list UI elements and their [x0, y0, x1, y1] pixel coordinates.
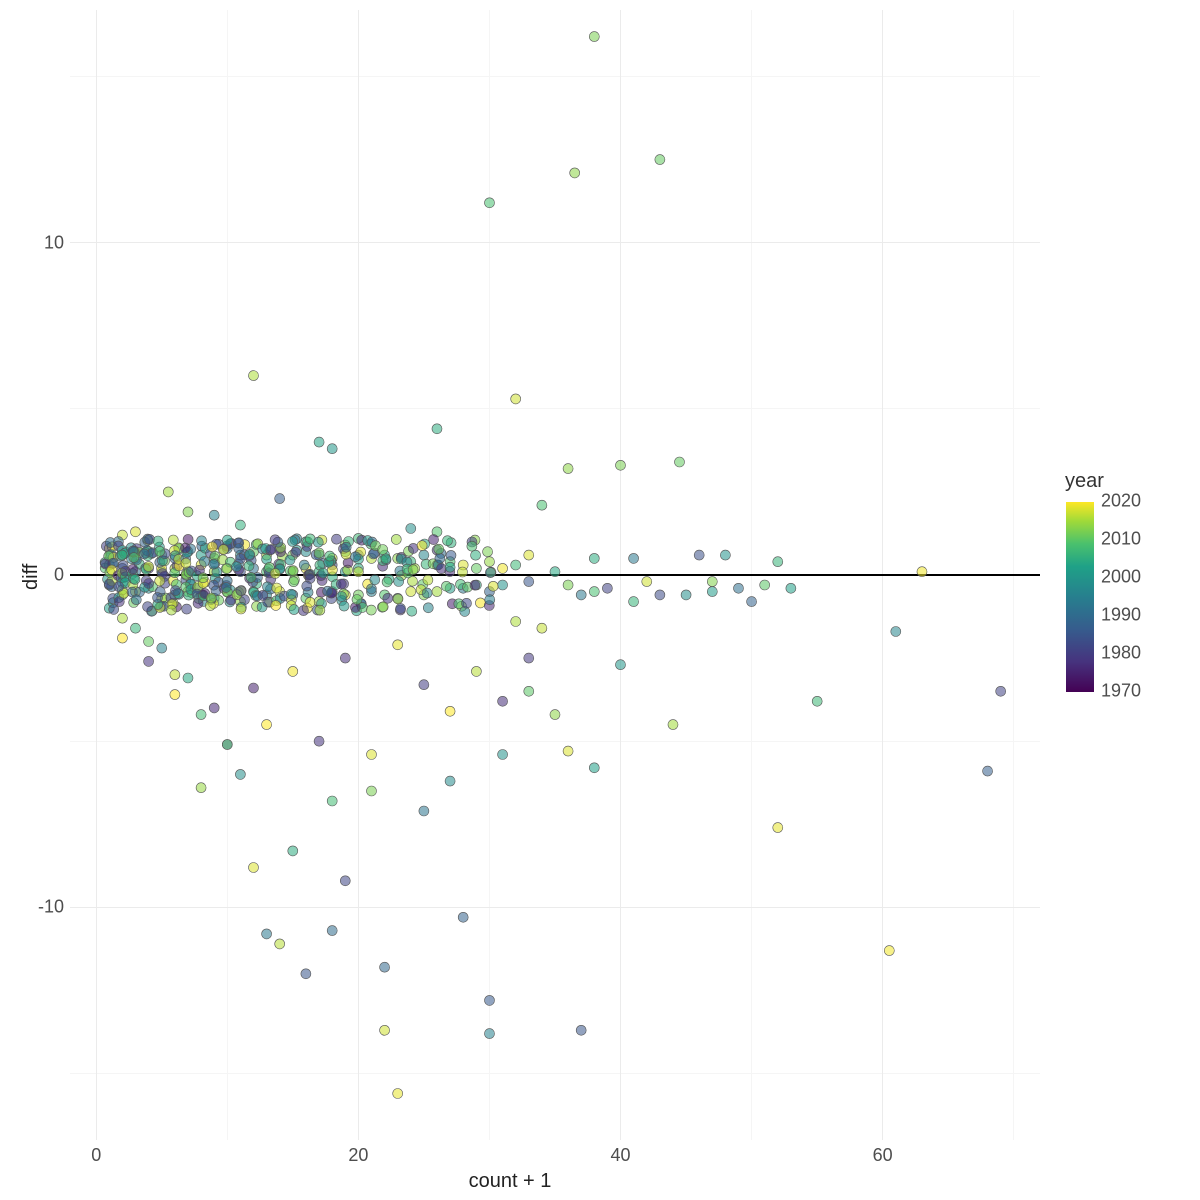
x-axis-title: count + 1 — [469, 1170, 552, 1193]
legend-tick-label: 2010 — [1101, 529, 1141, 550]
y-tick-label: 0 — [14, 565, 64, 586]
chart-container: diff count + 1 year 20202010200019901980… — [0, 0, 1200, 1200]
x-tick-label: 0 — [91, 1145, 101, 1166]
y-tick-label: 10 — [14, 232, 64, 253]
legend-tick-label: 2020 — [1101, 491, 1141, 512]
legend-tick-label: 1980 — [1101, 643, 1141, 664]
plot-panel — [70, 10, 1040, 1140]
legend-ticks: 202020102000199019801970 — [1095, 501, 1155, 691]
x-tick-label: 40 — [611, 1145, 631, 1166]
legend-tick-label: 1970 — [1101, 681, 1141, 702]
color-legend: year 202020102000199019801970 — [1065, 470, 1155, 693]
scatter-points — [70, 10, 1040, 1140]
y-tick-label: -10 — [14, 897, 64, 918]
x-tick-label: 20 — [348, 1145, 368, 1166]
x-tick-label: 60 — [873, 1145, 893, 1166]
legend-tick-label: 2000 — [1101, 567, 1141, 588]
legend-colorbar — [1065, 501, 1095, 693]
legend-tick-label: 1990 — [1101, 605, 1141, 626]
